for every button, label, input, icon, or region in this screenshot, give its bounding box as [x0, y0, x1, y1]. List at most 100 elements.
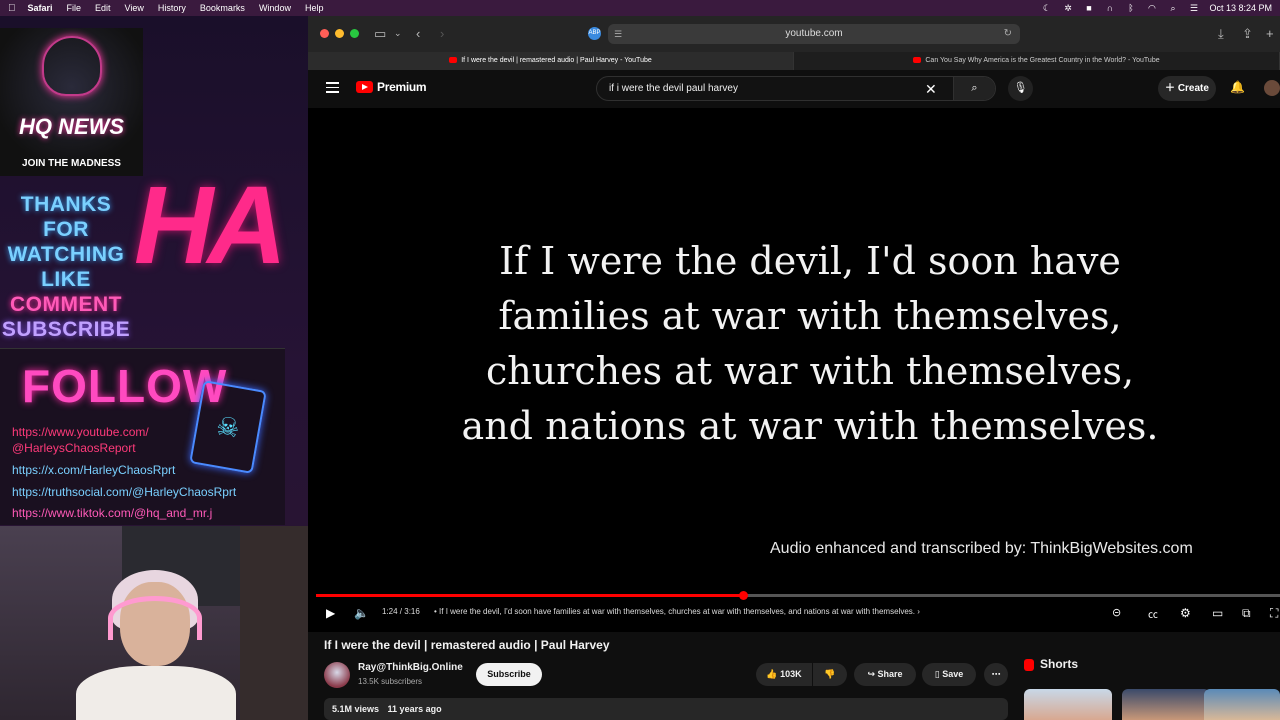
thanks-line: WATCHING: [7, 243, 125, 266]
extension-icon[interactable]: ✲: [1062, 3, 1073, 13]
settings-gear-icon[interactable]: ⚙: [1180, 606, 1191, 620]
shorts-icon: [1024, 658, 1034, 671]
headphones-icon: [108, 596, 202, 640]
reload-icon[interactable]: ↻: [1004, 24, 1012, 44]
follow-title: FOLLOW: [22, 360, 228, 412]
like-button[interactable]: 👍 103K: [756, 663, 812, 686]
tiktok-link: https://www.tiktok.com/@hq_and_mr.j: [12, 506, 213, 520]
download-icon[interactable]: ⤓: [1218, 26, 1224, 42]
safari-window: ▭ ⌄ ‹ › ABP ☰ youtube.com ↻ ⤓ ⇪ + If I w…: [308, 16, 1280, 720]
theater-mode-icon[interactable]: ▭: [1212, 606, 1223, 620]
search-input[interactable]: [597, 77, 937, 100]
truthsocial-link: https://truthsocial.com/@HarleyChaosRprt: [12, 485, 237, 499]
video-title: If I were the devil | remastered audio |…: [324, 638, 610, 652]
hq-news-logo: HQ NEWS JOIN THE MADNESS: [0, 28, 143, 176]
wifi-icon[interactable]: ◠: [1146, 3, 1157, 13]
like-count: 103K: [780, 669, 802, 679]
autoplay-toggle-icon[interactable]: ⊝: [1112, 606, 1121, 619]
skull-card-icon: ☠: [189, 380, 267, 474]
caption-line: families at war with themselves,: [498, 294, 1122, 338]
account-avatar[interactable]: [1264, 80, 1280, 96]
shorts-label: Shorts: [1040, 657, 1079, 671]
page-settings-icon[interactable]: ☰: [614, 24, 622, 44]
tab-label: If I were the devil | remastered audio |…: [461, 57, 652, 64]
more-actions-icon[interactable]: ⋯: [984, 663, 1008, 686]
menu-clock[interactable]: Oct 13 8:24 PM: [1209, 3, 1272, 13]
menu-bookmarks[interactable]: Bookmarks: [200, 3, 245, 13]
video-progress-bar[interactable]: [316, 591, 1280, 600]
clear-search-icon[interactable]: ✕: [925, 81, 937, 98]
menu-help[interactable]: Help: [305, 3, 324, 13]
subscribe-button[interactable]: Subscribe: [476, 663, 542, 686]
safari-toolbar: ▭ ⌄ ‹ › ABP ☰ youtube.com ↻ ⤓ ⇪ +: [308, 16, 1280, 52]
spotlight-search-icon[interactable]: ⌕: [1167, 3, 1178, 13]
zoom-window-button[interactable]: [350, 29, 359, 38]
search-button[interactable]: ⌕: [953, 77, 995, 100]
short-thumbnail[interactable]: [1024, 689, 1112, 720]
apple-icon[interactable]: : [8, 3, 16, 14]
webcam-feed: [0, 526, 308, 720]
new-tab-icon[interactable]: +: [1266, 26, 1274, 41]
channel-name[interactable]: Ray@ThinkBig.Online: [358, 662, 463, 673]
dislike-button[interactable]: 👎: [813, 663, 847, 686]
share-button[interactable]: ↪ Share: [854, 663, 916, 686]
caption-line: churches at war with themselves,: [485, 349, 1135, 393]
forward-button[interactable]: ›: [440, 26, 444, 41]
camera-icon[interactable]: ■: [1083, 3, 1094, 13]
time-display: 1:24 / 3:16: [382, 607, 420, 616]
create-label: Create: [1177, 83, 1209, 94]
search-box: ✕ ⌕: [596, 76, 996, 101]
fullscreen-icon[interactable]: ⛶: [1270, 606, 1278, 621]
menu-history[interactable]: History: [158, 3, 186, 13]
video-player[interactable]: If I were the devil, I'd soon have famil…: [308, 108, 1280, 632]
share-label: Share: [877, 669, 903, 679]
address-text: youtube.com: [785, 28, 843, 39]
menu-view[interactable]: View: [125, 3, 144, 13]
minimize-window-button[interactable]: [335, 29, 344, 38]
chapter-text: • If I were the devil, I'd soon have fam…: [434, 607, 915, 616]
thanks-line: FOR: [43, 218, 89, 241]
follow-panel: FOLLOW ☠ https://www.youtube.com/ @Harle…: [0, 348, 285, 525]
airplay-icon[interactable]: ⧉: [1242, 606, 1251, 621]
save-button[interactable]: ▯ Save: [922, 663, 976, 686]
webcam-door: [240, 526, 308, 720]
tab-greatest-country[interactable]: Can You Say Why America is the Greatest …: [794, 52, 1280, 70]
menu-icon[interactable]: [326, 82, 339, 93]
create-button[interactable]: ＋ Create: [1158, 76, 1216, 101]
back-button[interactable]: ‹: [416, 26, 420, 41]
share-icon[interactable]: ⇪: [1242, 26, 1253, 42]
short-thumbnail[interactable]: [1204, 689, 1280, 720]
chevron-down-icon[interactable]: ⌄: [394, 28, 402, 39]
adblock-extension-icon[interactable]: ABP: [588, 27, 601, 40]
share-arrow-icon: ↪: [867, 669, 875, 679]
progress-scrubber[interactable]: [739, 591, 749, 600]
control-center-icon[interactable]: ☰: [1188, 3, 1199, 13]
caption-line: and nations at war with themselves.: [461, 404, 1159, 448]
close-window-button[interactable]: [320, 29, 329, 38]
captions-icon[interactable]: ㏄: [1148, 606, 1158, 621]
youtube-link: https://www.youtube.com/: [12, 425, 149, 439]
moon-icon[interactable]: ☾: [1041, 3, 1052, 13]
address-bar[interactable]: ☰ youtube.com ↻: [608, 24, 1020, 44]
channel-avatar[interactable]: [324, 662, 350, 688]
play-icon[interactable]: ▶: [326, 606, 335, 620]
volume-icon[interactable]: 🔈: [354, 606, 369, 620]
description-box[interactable]: 5.1M views 11 years ago: [324, 698, 1008, 720]
menu-edit[interactable]: Edit: [95, 3, 111, 13]
thanks-line: SUBSCRIBE: [1, 318, 131, 341]
notifications-bell-icon[interactable]: 🔔: [1230, 80, 1245, 94]
thanks-panel: THANKS FOR WATCHING LIKE COMMENT SUBSCRI…: [0, 192, 132, 342]
thanks-line: THANKS: [20, 193, 112, 216]
short-thumbnail[interactable]: [1122, 689, 1210, 720]
youtube-logo[interactable]: Premium: [356, 80, 427, 94]
menu-file[interactable]: File: [67, 3, 82, 13]
menu-window[interactable]: Window: [259, 3, 291, 13]
tab-paul-harvey[interactable]: If I were the devil | remastered audio |…: [308, 52, 794, 70]
voice-search-icon[interactable]: 🎙: [1008, 76, 1033, 101]
chapter-title[interactable]: • If I were the devil, I'd soon have fam…: [434, 607, 920, 616]
headphones-icon[interactable]: ∩: [1104, 3, 1115, 13]
menu-app-safari[interactable]: Safari: [28, 3, 53, 13]
progress-fill: [316, 594, 744, 597]
bluetooth-icon[interactable]: ᛒ: [1125, 3, 1136, 13]
sidebar-toggle-icon[interactable]: ▭: [374, 26, 386, 42]
